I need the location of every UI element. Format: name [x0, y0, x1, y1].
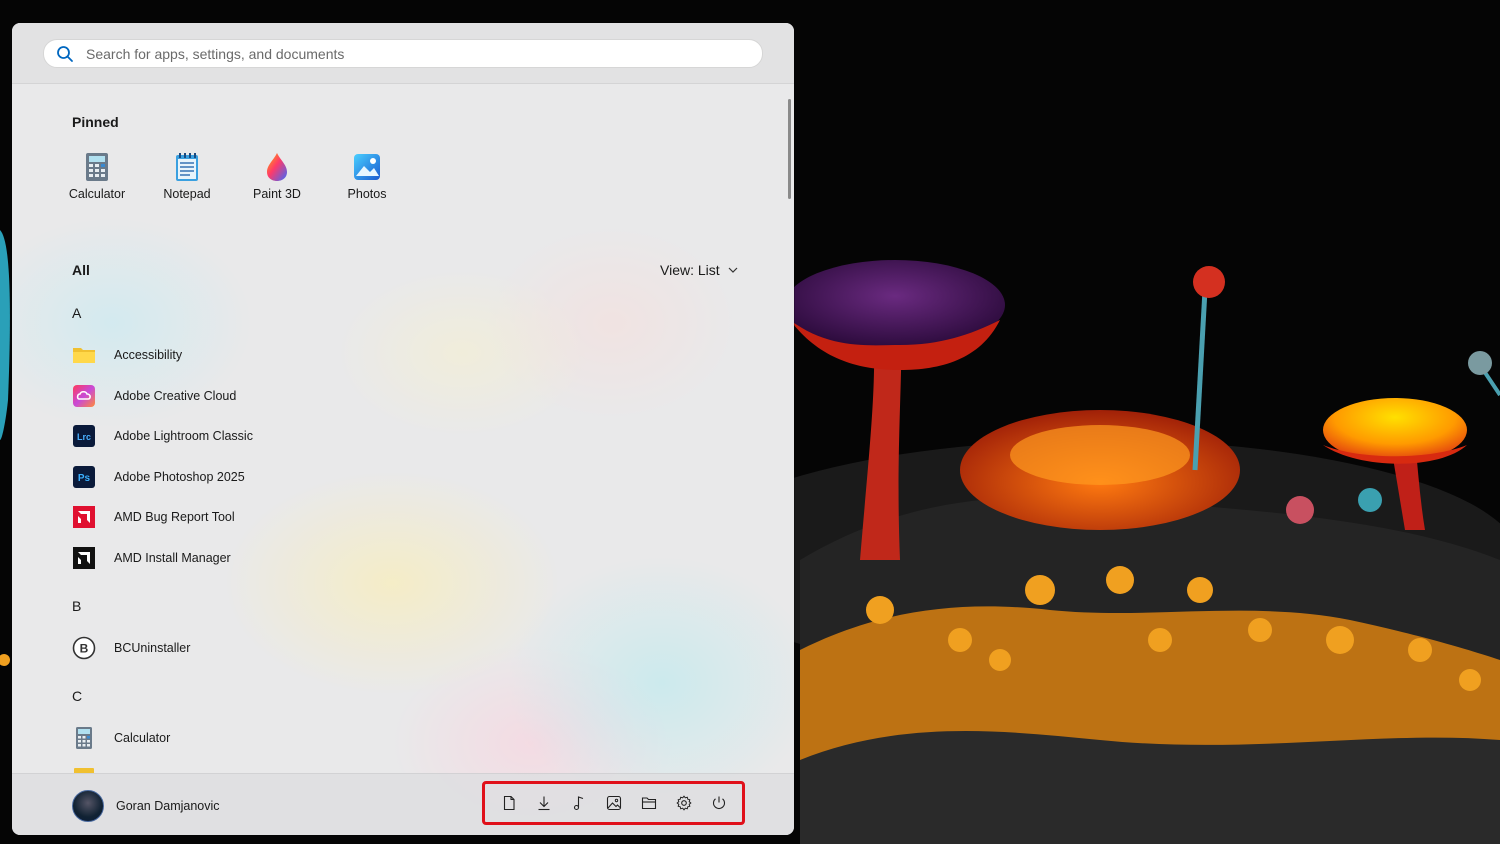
settings-button[interactable] — [670, 789, 698, 817]
app-bcuninstaller[interactable]: B BCUninstaller — [72, 634, 190, 662]
photoshop-glyph: Ps — [78, 473, 91, 484]
app-adobe-lightroom-classic[interactable]: Lrc Adobe Lightroom Classic — [72, 422, 253, 450]
view-toggle[interactable]: View: List — [660, 262, 738, 278]
pinned-item-paint-3d[interactable]: Paint 3D — [232, 151, 322, 201]
bcuninstaller-icon: B — [72, 636, 96, 660]
app-adobe-creative-cloud[interactable]: Adobe Creative Cloud — [72, 382, 236, 410]
bcuninstaller-glyph: B — [80, 642, 89, 656]
app-label: Calculator — [114, 731, 171, 745]
search-box[interactable] — [43, 39, 763, 68]
power-button[interactable] — [705, 789, 733, 817]
app-calculator[interactable]: Calculator — [72, 724, 170, 752]
pictures-icon — [606, 795, 621, 811]
folder-icon — [73, 348, 95, 363]
search-area — [12, 23, 794, 84]
user-name: Goran Damjanovic — [116, 799, 220, 813]
photoshop-icon: Ps — [73, 466, 95, 488]
documents-button[interactable] — [495, 789, 523, 817]
avatar — [72, 790, 104, 822]
downloads-button[interactable] — [530, 789, 558, 817]
lightroom-glyph: Lrc — [77, 432, 91, 442]
music-icon — [573, 796, 583, 811]
start-footer: Goran Damjanovic — [12, 773, 794, 835]
chevron-down-icon — [728, 267, 738, 273]
group-letter-b[interactable]: B — [72, 598, 81, 614]
app-label: Accessibility — [114, 348, 183, 362]
notepad-icon — [176, 153, 198, 181]
app-label: AMD Bug Report Tool — [114, 510, 235, 524]
pictures-button[interactable] — [600, 789, 628, 817]
pinned-title: Pinned — [72, 114, 119, 130]
app-label: AMD Install Manager — [114, 551, 231, 565]
view-label: View: List — [660, 262, 720, 278]
pinned-item-photos[interactable]: Photos — [322, 151, 412, 201]
creative-cloud-icon — [73, 385, 95, 407]
app-label: BCUninstaller — [114, 641, 191, 655]
group-letter-a[interactable]: A — [72, 305, 81, 321]
downloads-icon — [538, 796, 549, 811]
amd-icon — [73, 506, 95, 528]
pinned-label: Notepad — [163, 187, 211, 201]
document-icon — [503, 795, 515, 811]
start-menu: Pinned Calculator Notepad Paint 3D Photo… — [12, 23, 794, 835]
lightroom-icon: Lrc — [73, 425, 95, 447]
pinned-label: Photos — [347, 187, 387, 201]
app-amd-install-manager[interactable]: AMD Install Manager — [72, 544, 231, 572]
file-explorer-button[interactable] — [635, 789, 663, 817]
paint3d-icon — [267, 153, 287, 181]
pinned-label: Calculator — [68, 187, 126, 201]
settings-icon — [675, 795, 692, 811]
pinned-item-calculator[interactable]: Calculator — [52, 151, 142, 201]
app-adobe-photoshop-2025[interactable]: Ps Adobe Photoshop 2025 — [72, 463, 245, 491]
quick-access-bar — [482, 781, 745, 825]
scrollbar-thumb[interactable] — [788, 99, 791, 199]
app-accessibility[interactable]: Accessibility — [72, 341, 182, 369]
group-letter-c[interactable]: C — [72, 688, 82, 704]
user-account[interactable]: Goran Damjanovic — [72, 790, 220, 822]
calculator-icon — [86, 153, 108, 181]
app-amd-bug-report-tool[interactable]: AMD Bug Report Tool — [72, 503, 235, 531]
pinned-grid: Calculator Notepad Paint 3D Photos — [52, 151, 412, 201]
search-input[interactable] — [84, 44, 728, 63]
all-apps-title: All — [72, 262, 90, 278]
photos-icon — [354, 154, 380, 180]
calculator-icon — [76, 727, 92, 749]
pinned-item-notepad[interactable]: Notepad — [142, 151, 232, 201]
file-explorer-icon — [641, 797, 656, 810]
app-label: Adobe Photoshop 2025 — [114, 470, 245, 484]
app-label: Adobe Creative Cloud — [114, 389, 237, 403]
power-icon — [712, 796, 725, 810]
app-label: Adobe Lightroom Classic — [114, 429, 253, 443]
amd-install-icon — [73, 547, 95, 569]
search-icon — [57, 45, 73, 62]
music-button[interactable] — [565, 789, 593, 817]
pinned-label: Paint 3D — [253, 187, 301, 201]
